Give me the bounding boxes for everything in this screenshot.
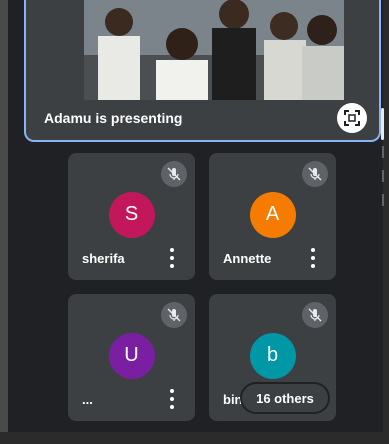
right-edge: [383, 0, 389, 444]
presenter-tile[interactable]: Adamu is presenting: [24, 0, 381, 142]
avatar: A: [249, 191, 296, 238]
mic-off-icon: [167, 167, 181, 181]
mute-indicator: [161, 161, 187, 187]
fullscreen-button[interactable]: [337, 103, 367, 133]
participant-name: bin: [223, 392, 243, 407]
participant-name: sherifa: [82, 251, 125, 266]
mute-indicator: [161, 302, 187, 328]
bottom-edge: [0, 432, 389, 444]
participant-tile[interactable]: U ...: [68, 294, 195, 421]
more-options-button[interactable]: [310, 248, 316, 268]
scrollbar-track[interactable]: [382, 146, 384, 216]
left-edge: [0, 0, 8, 444]
mic-off-icon: [308, 308, 322, 322]
mic-off-icon: [308, 167, 322, 181]
more-options-button[interactable]: [169, 389, 175, 409]
mic-off-icon: [167, 308, 181, 322]
avatar: b: [249, 332, 296, 379]
participant-tile[interactable]: A Annette: [209, 153, 336, 280]
scrollbar-thumb[interactable]: [381, 108, 384, 140]
participant-name: ...: [82, 392, 93, 407]
participant-tile[interactable]: S sherifa: [68, 153, 195, 280]
presentation-image: [84, 0, 344, 100]
avatar: U: [108, 332, 155, 379]
participant-name: Annette: [223, 251, 272, 266]
fullscreen-icon: [344, 110, 360, 126]
others-button[interactable]: 16 others: [242, 384, 328, 412]
mute-indicator: [302, 161, 328, 187]
avatar: S: [108, 191, 155, 238]
mute-indicator: [302, 302, 328, 328]
more-options-button[interactable]: [169, 248, 175, 268]
presenter-label: Adamu is presenting: [44, 110, 183, 126]
